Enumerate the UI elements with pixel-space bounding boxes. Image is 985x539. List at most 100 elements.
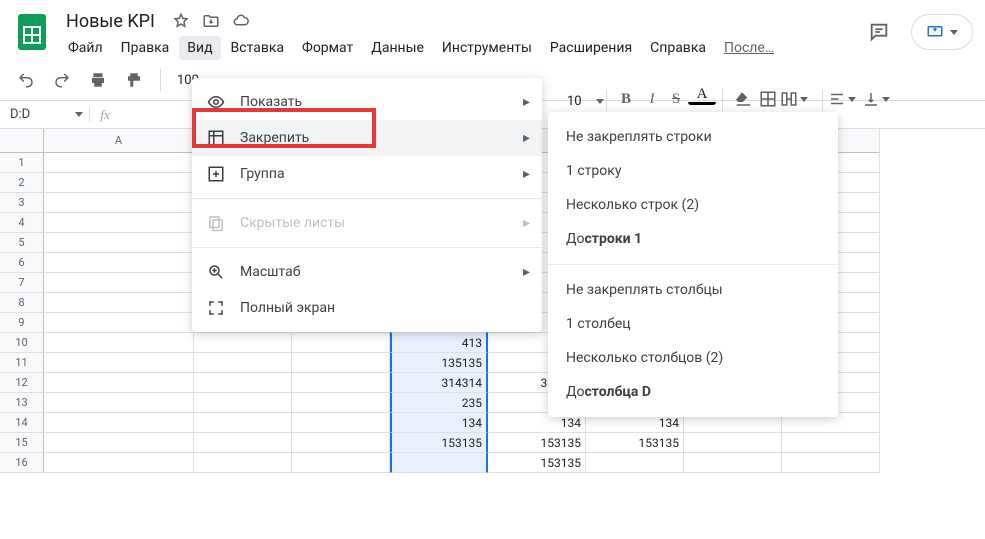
freeze-option[interactable]: Не закреплять столбцы	[548, 273, 838, 307]
vertical-align-icon[interactable]	[862, 85, 890, 113]
cell-G15[interactable]	[684, 433, 782, 453]
freeze-option[interactable]: 1 строку	[548, 154, 838, 188]
cell-C12[interactable]	[292, 373, 390, 393]
cell-C14[interactable]	[292, 413, 390, 433]
redo-icon[interactable]	[48, 66, 76, 94]
row-header-16[interactable]: 16	[0, 453, 44, 473]
star-icon[interactable]	[171, 11, 191, 31]
freeze-until-col[interactable]: До столбца D	[548, 375, 838, 409]
freeze-until-row[interactable]: До строки 1	[548, 222, 838, 256]
cell-F16[interactable]	[586, 453, 684, 473]
cell-A3[interactable]	[44, 193, 194, 213]
cell-B10[interactable]	[194, 333, 292, 353]
cell-H16[interactable]	[782, 453, 880, 473]
cell-A12[interactable]	[44, 373, 194, 393]
cell-A4[interactable]	[44, 213, 194, 233]
row-header-7[interactable]: 7	[0, 273, 44, 293]
fill-color-icon[interactable]	[728, 85, 756, 113]
row-header-15[interactable]: 15	[0, 433, 44, 453]
paint-format-icon[interactable]	[120, 66, 148, 94]
menu-вид[interactable]: Вид	[179, 36, 220, 60]
select-all-corner[interactable]	[0, 129, 44, 153]
freeze-option[interactable]: Не закреплять строки	[548, 120, 838, 154]
row-header-14[interactable]: 14	[0, 413, 44, 433]
cell-B13[interactable]	[194, 393, 292, 413]
font-size-select[interactable]: 10	[563, 92, 608, 111]
strikethrough-icon[interactable]: S	[662, 85, 690, 113]
cell-F15[interactable]: 153135	[586, 433, 684, 453]
cell-D11[interactable]: 135135	[390, 353, 488, 373]
row-header-9[interactable]: 9	[0, 313, 44, 333]
doc-title[interactable]: Новые KPI	[60, 9, 161, 34]
cell-B12[interactable]	[194, 373, 292, 393]
comments-icon[interactable]	[861, 14, 897, 50]
cell-A16[interactable]	[44, 453, 194, 473]
row-header-2[interactable]: 2	[0, 173, 44, 193]
menu-вставка[interactable]: Вставка	[223, 36, 292, 60]
row-header-5[interactable]: 5	[0, 233, 44, 253]
cell-D15[interactable]: 153135	[390, 433, 488, 453]
present-share-button[interactable]	[911, 14, 973, 50]
cell-A6[interactable]	[44, 253, 194, 273]
cell-D10[interactable]: 413	[390, 333, 488, 353]
cell-H15[interactable]	[782, 433, 880, 453]
menu-справка[interactable]: Справка	[642, 36, 714, 60]
cell-A5[interactable]	[44, 233, 194, 253]
cell-A13[interactable]	[44, 393, 194, 413]
menu-данные[interactable]: Данные	[363, 36, 432, 60]
cell-A15[interactable]	[44, 433, 194, 453]
freeze-option[interactable]: Несколько строк (2)	[548, 188, 838, 222]
cell-B16[interactable]	[194, 453, 292, 473]
name-box[interactable]: D:D	[0, 107, 90, 122]
horizontal-align-icon[interactable]	[828, 85, 856, 113]
view-menu-Группа[interactable]: Группа▸	[192, 156, 542, 192]
view-menu-Полный экран[interactable]: Полный экран	[192, 290, 542, 326]
undo-icon[interactable]	[12, 66, 40, 94]
menu-файл[interactable]: Файл	[60, 36, 111, 60]
cell-A14[interactable]	[44, 413, 194, 433]
row-header-4[interactable]: 4	[0, 213, 44, 233]
cell-A10[interactable]	[44, 333, 194, 353]
cell-A9[interactable]	[44, 313, 194, 333]
cell-E16[interactable]: 153135	[488, 453, 586, 473]
borders-icon[interactable]	[754, 85, 782, 113]
menu-last-access[interactable]: После…	[716, 36, 782, 60]
cell-B15[interactable]	[194, 433, 292, 453]
cloud-status-icon[interactable]	[231, 11, 251, 31]
row-header-12[interactable]: 12	[0, 373, 44, 393]
view-menu-Закрепить[interactable]: Закрепить▸	[192, 120, 542, 156]
cell-A7[interactable]	[44, 273, 194, 293]
cell-D12[interactable]: 314314	[390, 373, 488, 393]
print-icon[interactable]	[84, 66, 112, 94]
cell-A2[interactable]	[44, 173, 194, 193]
menu-правка[interactable]: Правка	[113, 36, 178, 60]
cell-C15[interactable]	[292, 433, 390, 453]
row-header-3[interactable]: 3	[0, 193, 44, 213]
row-header-6[interactable]: 6	[0, 253, 44, 273]
cell-D14[interactable]: 134	[390, 413, 488, 433]
cell-C13[interactable]	[292, 393, 390, 413]
text-color-icon[interactable]: A	[688, 85, 716, 105]
move-to-folder-icon[interactable]	[201, 11, 221, 31]
cell-A8[interactable]	[44, 293, 194, 313]
cell-D13[interactable]: 235	[390, 393, 488, 413]
bold-icon[interactable]: B	[612, 85, 640, 113]
menu-расширения[interactable]: Расширения	[542, 36, 640, 60]
row-header-11[interactable]: 11	[0, 353, 44, 373]
merge-cells-icon[interactable]	[780, 85, 808, 113]
cell-D16[interactable]	[390, 453, 488, 473]
row-header-13[interactable]: 13	[0, 393, 44, 413]
cell-C11[interactable]	[292, 353, 390, 373]
menu-инструменты[interactable]: Инструменты	[434, 36, 540, 60]
row-header-10[interactable]: 10	[0, 333, 44, 353]
col-header-A[interactable]: A	[44, 129, 194, 153]
cell-C16[interactable]	[292, 453, 390, 473]
freeze-option[interactable]: 1 столбец	[548, 307, 838, 341]
cell-E15[interactable]: 153135	[488, 433, 586, 453]
row-header-1[interactable]: 1	[0, 153, 44, 173]
cell-A11[interactable]	[44, 353, 194, 373]
cell-A1[interactable]	[44, 153, 194, 173]
cell-B11[interactable]	[194, 353, 292, 373]
view-menu-Масштаб[interactable]: Масштаб▸	[192, 254, 542, 290]
cell-C10[interactable]	[292, 333, 390, 353]
